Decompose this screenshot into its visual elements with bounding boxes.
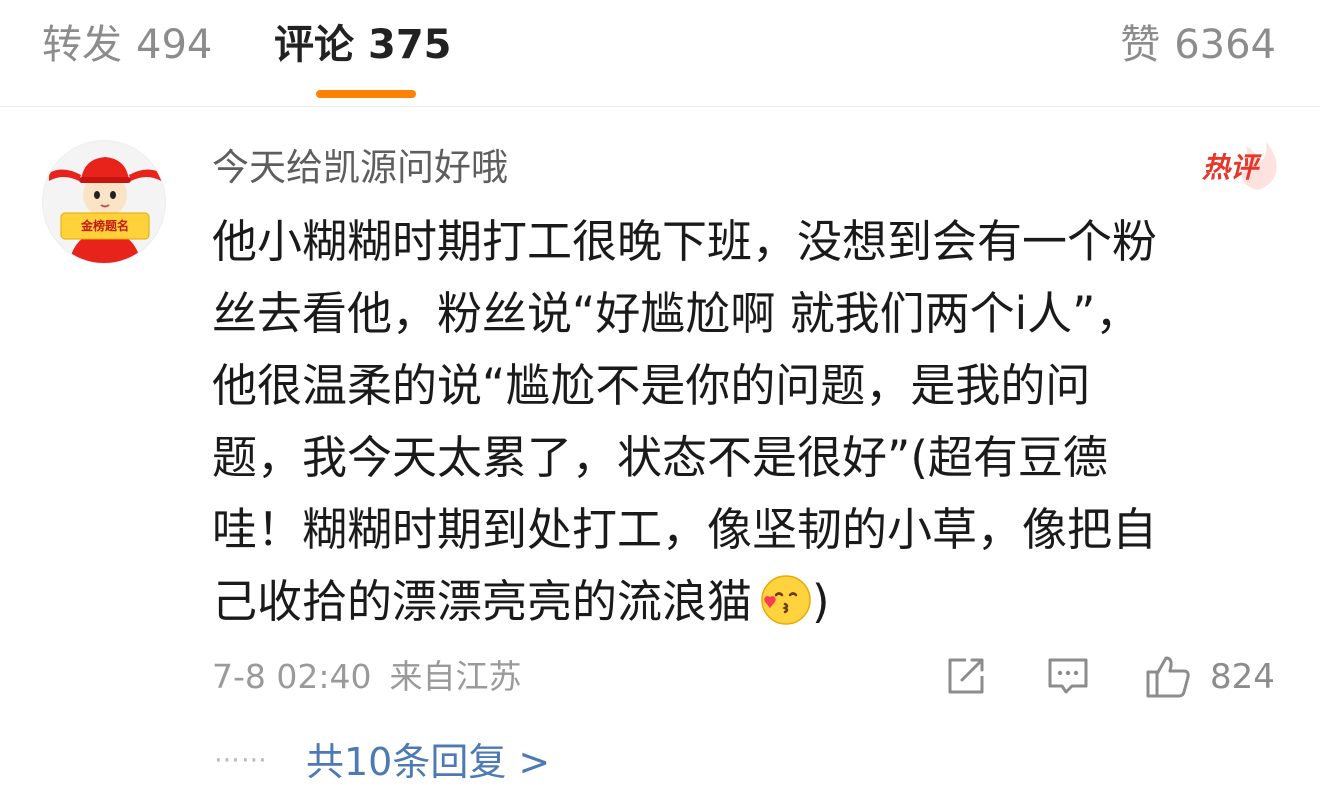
tab-repost[interactable]: 转发 494 — [42, 18, 212, 72]
view-replies-link[interactable]: 共10条回复 > — [306, 736, 550, 788]
tab-repost-count: 494 — [136, 22, 213, 68]
comment-text-end: ) — [812, 575, 830, 628]
comment-line: 他很温柔的说“尴尬不是你的问题，是我的问 — [212, 359, 1091, 412]
active-tab-indicator — [316, 90, 416, 98]
tab-bar: 转发 494 评论 375 赞 6364 — [0, 0, 1320, 107]
comment-page: 转发 494 评论 375 赞 6364 金榜题名 今天给凯源问好哦 热评 他小… — [0, 0, 1320, 804]
tab-like[interactable]: 赞 6364 — [1120, 18, 1276, 72]
comment-username[interactable]: 今天给凯源问好哦 — [212, 142, 508, 194]
comment-line: 丝去看他，粉丝说“好尴尬啊 就我们两个i人”， — [212, 287, 1141, 340]
comment-location: 来自江苏 — [389, 657, 522, 696]
tab-like-label: 赞 — [1120, 22, 1161, 68]
user-avatar[interactable]: 金榜题名 — [42, 140, 166, 264]
hot-comment-badge: 热评 — [1196, 142, 1280, 192]
comment-body: 他小糊糊时期打工很晚下班，没想到会有一个粉 丝去看他，粉丝说“好尴尬啊 就我们两… — [212, 206, 1282, 638]
tab-comment-count: 375 — [368, 22, 452, 68]
comment-icon[interactable] — [1044, 652, 1092, 700]
comment-time: 7-8 02:40 — [212, 657, 372, 696]
tab-comment[interactable]: 评论 375 — [274, 18, 452, 72]
avatar-icon — [49, 157, 161, 263]
tab-like-count: 6364 — [1174, 22, 1276, 68]
kissing-heart-emoji-icon — [761, 575, 811, 625]
hot-badge-label: 热评 — [1202, 151, 1259, 184]
comment-line-text: 己收拾的漂漂亮亮的流浪猫 — [212, 575, 753, 628]
like-count: 824 — [1210, 657, 1275, 697]
comment-line-last: 己收拾的漂漂亮亮的流浪猫 ) — [212, 566, 1282, 638]
tab-comment-label: 评论 — [274, 22, 354, 68]
comment-line: 他小糊糊时期打工很晚下班，没想到会有一个粉 — [212, 215, 1158, 268]
comment-meta: 7-8 02:40 来自江苏 — [212, 654, 522, 700]
replies-dots: ⋯⋯ — [214, 745, 268, 775]
thumbs-up-icon[interactable] — [1144, 652, 1192, 700]
comment-line: 题，我今天太累了，状态不是很好”(超有豆德 — [212, 431, 1108, 484]
avatar-banner-text: 金榜题名 — [80, 219, 129, 233]
share-icon[interactable] — [942, 652, 990, 700]
tab-repost-label: 转发 — [42, 22, 122, 68]
comment-line: 哇！糊糊时期到处打工，像坚韧的小草，像把自 — [212, 503, 1158, 556]
